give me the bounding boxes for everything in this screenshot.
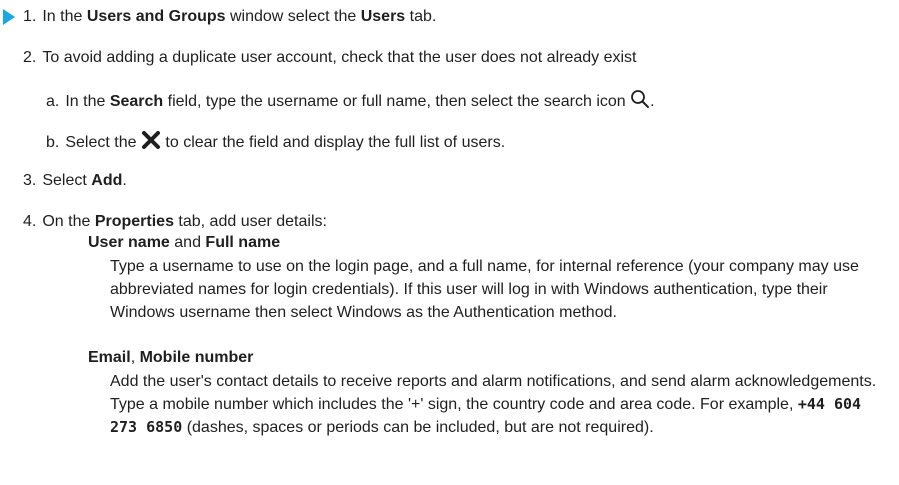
step-text: . [650, 93, 655, 111]
step-bold-text: Users and Groups [86, 8, 226, 25]
step-text: field, type the username or full name, t… [163, 93, 626, 111]
step-text: . [122, 172, 127, 189]
step-number: 3. [23, 172, 37, 189]
term-bold: Mobile number [139, 349, 254, 366]
step-text: tab. [405, 8, 437, 25]
step-number: 1. [23, 8, 37, 25]
definition-term-username: User name and Full name [88, 233, 280, 253]
step-bold-text: Users [360, 8, 406, 25]
step-number: 2. [23, 49, 37, 66]
instructions-document: 1. In the Users and Groups window select … [0, 0, 899, 485]
desc-text: (dashes, spaces or periods can be includ… [182, 419, 654, 436]
step-number: 4. [23, 213, 37, 230]
step-4: 4. On the Properties tab, add user detail… [23, 212, 327, 232]
term-bold: Full name [205, 234, 281, 251]
step-2a: a. In the Search field, type the username… [46, 89, 655, 115]
close-icon [141, 130, 161, 156]
step-text: Select the [65, 134, 141, 152]
step-bold-text: Search [109, 93, 164, 111]
step-3: 3. Select Add. [23, 171, 127, 191]
search-icon [630, 89, 650, 115]
step-1: 1. In the Users and Groups window select … [23, 7, 436, 27]
term-bold: Email [88, 349, 131, 366]
step-2b: b. Select the to clear the field and disp… [46, 130, 505, 156]
step-text: window select the [225, 8, 361, 25]
term-text: , [130, 349, 140, 366]
step-2: 2. To avoid adding a duplicate user accou… [23, 48, 637, 68]
step-bold-text: Properties [94, 213, 174, 230]
step-bold-text: Add [91, 172, 123, 189]
step-text: tab, add user details: [173, 213, 327, 230]
term-text: and [169, 234, 206, 251]
definition-desc-username: Type a username to use on the login page… [110, 258, 859, 321]
step-number: a. [46, 93, 60, 111]
step-text: To avoid adding a duplicate user account… [42, 49, 637, 66]
definition-term-contact: Email, Mobile number [88, 348, 253, 368]
step-text: Select [42, 172, 92, 189]
term-bold: User name [88, 234, 170, 251]
step-text: to clear the field and display the full … [160, 134, 506, 152]
step-text: In the [42, 8, 87, 25]
step-text: In the [65, 93, 110, 111]
desc-text: Add the user's contact details to receiv… [110, 373, 877, 413]
step-number: b. [46, 134, 60, 152]
step-text: On the [42, 213, 95, 230]
definition-desc-contact: Add the user's contact details to receiv… [110, 370, 890, 439]
play-arrow-icon [3, 9, 15, 25]
